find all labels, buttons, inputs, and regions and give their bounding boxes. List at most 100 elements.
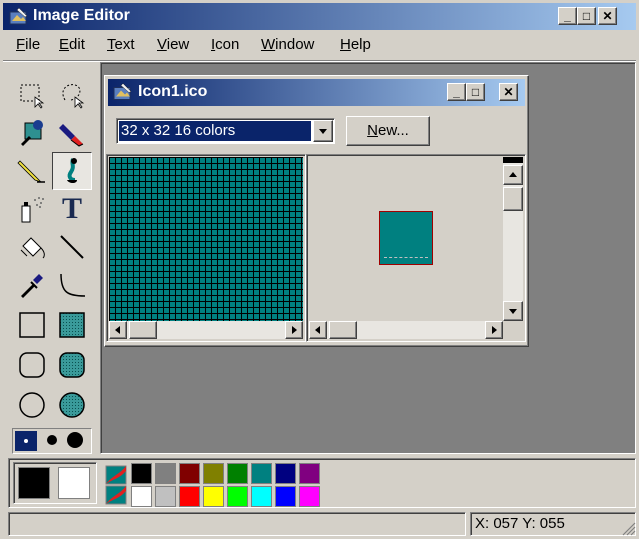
text-tool-icon: T (61, 192, 82, 225)
palette-swatch[interactable] (275, 463, 296, 484)
tool-filled-ellipse[interactable] (52, 386, 92, 424)
screen-inverse-color-icon[interactable] (105, 465, 127, 505)
minimize-icon: _ (453, 85, 460, 99)
palette-swatch[interactable] (227, 486, 248, 507)
menu-edit[interactable]: Edit (59, 36, 85, 53)
chevron-down-icon (319, 129, 327, 134)
palette-swatch[interactable] (275, 486, 296, 507)
arrow-left-icon (115, 326, 120, 334)
app-title-bar[interactable]: Image Editor _ □ ✕ (3, 3, 636, 30)
child-title: Icon1.ico (138, 83, 208, 100)
brush-size-small[interactable] (15, 431, 37, 451)
child-title-bar[interactable]: Icon1.ico _ □ ✕ (108, 79, 525, 106)
scroll-right-button[interactable] (285, 321, 303, 339)
pixel-grid-canvas[interactable] (109, 157, 303, 321)
close-icon: ✕ (503, 85, 514, 99)
brush-size-large[interactable] (67, 432, 83, 448)
format-select[interactable]: 32 x 32 16 colors (116, 118, 335, 144)
menu-text[interactable]: Text (107, 36, 135, 53)
palette-swatch[interactable] (131, 486, 152, 507)
hscroll-thumb[interactable] (129, 321, 157, 339)
tool-rect-select[interactable] (12, 76, 52, 114)
tool-line[interactable] (52, 228, 92, 266)
background-color-swatch[interactable] (58, 467, 90, 499)
format-select-value: 32 x 32 16 colors (119, 121, 311, 141)
palette-swatch[interactable] (155, 486, 176, 507)
tool-rectangle[interactable] (12, 306, 52, 344)
arrow-up-icon (509, 172, 517, 177)
preview-scroll-left-button[interactable] (309, 321, 327, 339)
tool-pencil[interactable] (12, 152, 52, 190)
format-select-dropdown-button[interactable] (313, 120, 333, 142)
menu-window[interactable]: Window (261, 36, 314, 53)
preview-dashed-line (384, 257, 428, 258)
arrow-down-icon (509, 309, 517, 314)
preview-scroll-right-button[interactable] (485, 321, 503, 339)
palette-swatch[interactable] (227, 463, 248, 484)
minimize-button[interactable]: _ (558, 7, 577, 25)
tool-filled-rectangle[interactable] (52, 306, 92, 344)
menu-file[interactable]: File (16, 36, 40, 53)
palette-swatch[interactable] (299, 463, 320, 484)
new-format-button[interactable]: New... (346, 116, 430, 146)
palette-swatch[interactable] (203, 486, 224, 507)
close-button[interactable]: ✕ (598, 7, 617, 25)
menu-view-label: iew (166, 36, 190, 53)
child-close-button[interactable]: ✕ (499, 83, 518, 101)
vscroll-thumb[interactable] (503, 187, 523, 211)
tool-ellipse[interactable] (12, 386, 52, 424)
maximize-button[interactable]: □ (577, 7, 596, 25)
palette-swatch[interactable] (203, 463, 224, 484)
brush-size-medium[interactable] (47, 435, 57, 445)
lasso-select-tool-icon (62, 84, 85, 109)
tool-color-picker[interactable] (12, 114, 52, 152)
brush-tool-icon (67, 158, 77, 183)
palette-swatch[interactable] (155, 463, 176, 484)
tool-curve[interactable] (52, 266, 92, 304)
menu-file-mnemonic: F (16, 36, 26, 53)
menu-window-label: indow (275, 36, 315, 53)
edit-pane-hscrollbar[interactable] (109, 321, 303, 339)
curve-tool-icon (60, 273, 86, 297)
tool-eyedropper[interactable] (12, 266, 52, 304)
menu-icon-label: con (215, 36, 240, 53)
arrow-right-icon (492, 326, 497, 334)
filled-rectangle-tool-icon (59, 312, 85, 338)
filled-ellipse-tool-icon (59, 392, 85, 418)
child-maximize-button[interactable]: □ (466, 83, 485, 101)
menu-view[interactable]: View (157, 36, 189, 53)
scroll-left-button[interactable] (109, 321, 127, 339)
foreground-color-swatch[interactable] (18, 467, 50, 499)
palette-swatch[interactable] (179, 463, 200, 484)
arrow-right-icon (292, 326, 297, 334)
close-icon: ✕ (602, 9, 613, 23)
scroll-down-button[interactable] (503, 301, 523, 321)
palette-swatch[interactable] (251, 463, 272, 484)
rectangle-tool-icon (19, 312, 45, 338)
tool-fill-bucket[interactable] (12, 228, 52, 266)
palette-swatch[interactable] (251, 486, 272, 507)
tool-filled-rounded-rect[interactable] (52, 346, 92, 384)
arrow-left-icon (315, 326, 320, 334)
tool-airbrush[interactable] (12, 190, 52, 228)
fg-bg-colors (13, 462, 97, 504)
eraser-tool-icon (59, 124, 84, 147)
menu-help[interactable]: Help (340, 36, 371, 53)
palette-swatch[interactable] (131, 463, 152, 484)
palette-swatch[interactable] (179, 486, 200, 507)
tool-rounded-rect[interactable] (12, 346, 52, 384)
tool-text[interactable]: T (52, 190, 92, 228)
preview-vscrollbar[interactable] (503, 157, 523, 321)
scroll-up-button[interactable] (503, 165, 523, 185)
tool-brush[interactable] (52, 152, 92, 190)
menu-bar: File Edit Text View Icon Window Help (3, 30, 636, 58)
tool-lasso-select[interactable] (52, 76, 92, 114)
preview-hscroll-thumb[interactable] (329, 321, 357, 339)
menu-icon[interactable]: Icon (211, 36, 239, 53)
app-title: Image Editor (33, 7, 130, 24)
resize-grip-icon[interactable] (620, 520, 636, 536)
child-minimize-button[interactable]: _ (447, 83, 466, 101)
palette-swatch[interactable] (299, 486, 320, 507)
preview-hscrollbar[interactable] (309, 321, 503, 339)
tool-eraser[interactable] (52, 114, 92, 152)
